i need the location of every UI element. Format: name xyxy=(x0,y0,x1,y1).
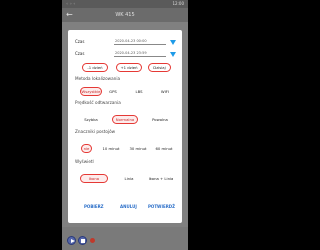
stop-marker-none[interactable]: nie xyxy=(81,144,92,153)
speed-fast[interactable]: Szybka xyxy=(80,115,102,124)
day-minus-button[interactable]: -1 dzień xyxy=(82,63,108,72)
location-method-all[interactable]: Wszystkie xyxy=(80,87,102,96)
today-button[interactable]: Dzisiaj xyxy=(148,63,171,72)
app-bar-title: WK 415 xyxy=(115,12,135,18)
phone-screen: ◦ ◦ ◦ 12:00 ← WK 415 Czas 2020-04-23 00:… xyxy=(62,0,188,250)
funnel-icon[interactable] xyxy=(170,40,176,45)
display-icon-and-line[interactable]: Ikona + Linia xyxy=(146,174,176,183)
playback-speed-label: Prędkość odtwarzania xyxy=(75,100,121,105)
display-icon[interactable]: Ikona xyxy=(80,174,108,183)
day-plus-button[interactable]: +1 dzień xyxy=(116,63,142,72)
location-method-wifi[interactable]: WIFI xyxy=(158,87,172,96)
speed-slow[interactable]: Powolna xyxy=(148,115,172,124)
record-indicator-icon xyxy=(90,238,95,243)
from-time-label: Czas xyxy=(75,39,85,44)
stop-marker-60-min[interactable]: 60 minut xyxy=(154,144,174,153)
status-icons: ◦ ◦ ◦ xyxy=(66,1,76,6)
stop-markers-label: Znaczniki postojów xyxy=(75,129,116,134)
to-time-label: Czas xyxy=(75,51,85,56)
location-method-label: Metoda lokalizowania xyxy=(75,76,121,81)
display-line[interactable]: Linia xyxy=(120,174,138,183)
cancel-button[interactable]: ANULUJ xyxy=(120,204,137,210)
location-method-gps[interactable]: GPS xyxy=(106,87,120,96)
playback-controls xyxy=(62,227,188,250)
stop-icon[interactable] xyxy=(78,236,87,245)
confirm-button[interactable]: POTWIERDŹ xyxy=(148,204,175,210)
history-filter-dialog: Czas 2020-04-23 00:00 Czas 2020-04-23 23… xyxy=(68,30,182,223)
app-bar: ← WK 415 xyxy=(62,8,188,22)
status-bar: ◦ ◦ ◦ 12:00 xyxy=(62,0,188,8)
from-time-field[interactable]: 2020-04-23 00:00 xyxy=(114,38,166,45)
speed-normal[interactable]: Normalna xyxy=(112,115,138,124)
funnel-icon[interactable] xyxy=(170,52,176,57)
status-time: 12:00 xyxy=(172,1,184,6)
stop-marker-10-min[interactable]: 10 minut xyxy=(101,144,121,153)
to-time-field[interactable]: 2020-04-23 23:59 xyxy=(114,50,166,57)
display-label: Wyświetl xyxy=(75,159,94,164)
stop-marker-30-min[interactable]: 30 minut xyxy=(128,144,148,153)
location-method-lbs[interactable]: LBS xyxy=(132,87,146,96)
download-button[interactable]: POBIERZ xyxy=(84,204,104,210)
play-icon[interactable] xyxy=(67,236,76,245)
